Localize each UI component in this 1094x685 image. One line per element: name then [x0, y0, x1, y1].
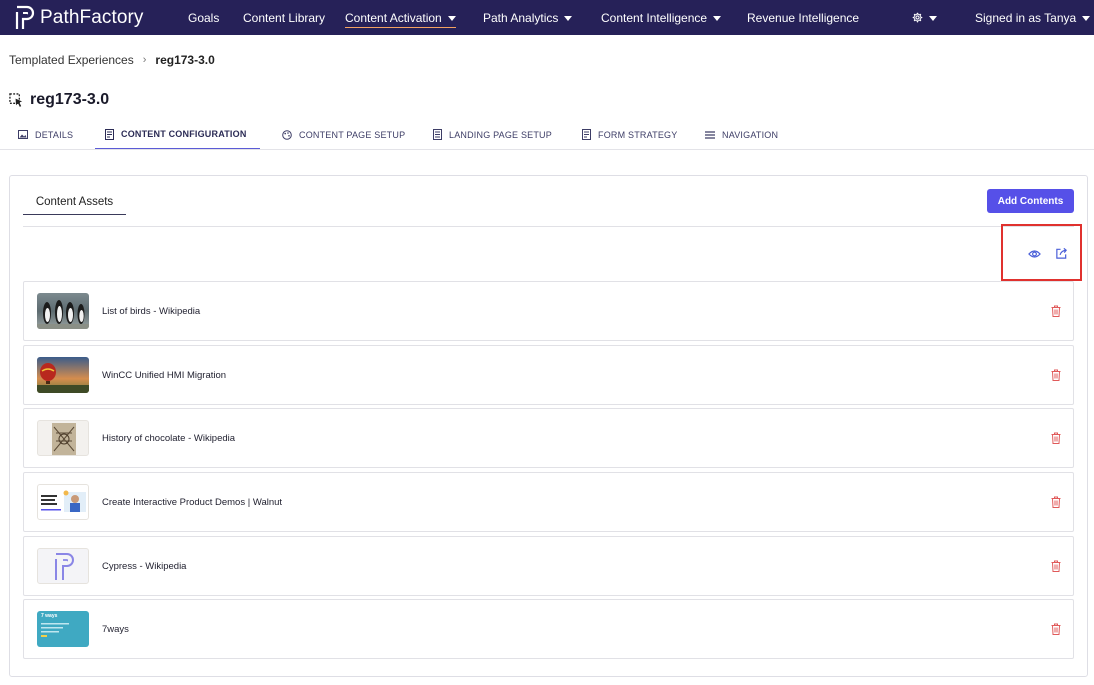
trash-icon	[1051, 560, 1061, 572]
delete-button[interactable]	[1051, 495, 1061, 513]
asset-title[interactable]: 7ways	[102, 624, 129, 635]
list-item[interactable]: 7 ways 7ways	[23, 599, 1074, 659]
breadcrumb-parent-link[interactable]: Templated Experiences	[9, 53, 134, 67]
content-assets-panel: Content Assets Add Contents List of bird…	[9, 175, 1088, 677]
list-item[interactable]: List of birds - Wikipedia	[23, 281, 1074, 341]
chevron-down-icon	[564, 15, 573, 21]
thumbnail-image: 7 ways	[37, 611, 89, 647]
list-item[interactable]: History of chocolate - Wikipedia	[23, 408, 1074, 468]
tab-content-configuration-label: CONTENT CONFIGURATION	[121, 129, 247, 139]
asset-title[interactable]: Create Interactive Product Demos | Walnu…	[102, 497, 282, 508]
tab-details[interactable]: DETAILS	[18, 120, 73, 149]
thumbnail-image	[37, 548, 89, 584]
list-icon	[705, 130, 715, 139]
add-contents-button[interactable]: Add Contents	[987, 189, 1074, 213]
active-nav-underline	[345, 27, 456, 28]
page-title: reg173-3.0	[30, 91, 110, 108]
section-tabs: DETAILS CONTENT CONFIGURATION CONTENT PA…	[0, 120, 1094, 150]
delete-button[interactable]	[1051, 622, 1061, 640]
top-navigation-bar: PathFactory Goals Content Library Conten…	[0, 0, 1094, 35]
thumbnail-image	[37, 484, 89, 520]
breadcrumb-current: reg173-3.0	[155, 53, 215, 67]
thumbnail-image	[37, 293, 89, 329]
thumbnail-image	[37, 420, 89, 456]
nav-path-analytics[interactable]: Path Analytics	[483, 0, 573, 35]
chevron-down-icon	[1082, 15, 1091, 21]
nav-content-intelligence[interactable]: Content Intelligence	[601, 0, 722, 35]
nav-content-intelligence-label: Content Intelligence	[601, 10, 708, 25]
chevron-down-icon	[713, 15, 722, 21]
tab-content-page-setup[interactable]: CONTENT PAGE SETUP	[282, 120, 405, 149]
nav-goals[interactable]: Goals	[188, 0, 219, 35]
delete-button[interactable]	[1051, 304, 1061, 322]
tab-navigation[interactable]: NAVIGATION	[705, 120, 778, 149]
asset-title[interactable]: WinCC Unified HMI Migration	[102, 370, 226, 381]
tab-landing-page-setup-label: LANDING PAGE SETUP	[449, 129, 552, 140]
image-icon	[18, 130, 28, 139]
document-icon	[105, 128, 114, 140]
eye-icon	[1027, 250, 1041, 258]
tab-details-label: DETAILS	[35, 129, 74, 140]
nav-path-analytics-label: Path Analytics	[483, 10, 559, 25]
nav-content-activation-label: Content Activation	[345, 10, 442, 25]
delete-button[interactable]	[1051, 559, 1061, 577]
trash-icon	[1051, 369, 1061, 381]
nav-content-library[interactable]: Content Library	[243, 0, 325, 35]
thumbnail-image	[37, 357, 89, 393]
trash-icon	[1051, 623, 1061, 635]
nav-content-library-label: Content Library	[243, 10, 326, 25]
brand-logo[interactable]: PathFactory	[14, 5, 164, 31]
chevron-right-icon: ›	[142, 54, 147, 66]
delete-button[interactable]	[1051, 431, 1061, 449]
share-button[interactable]	[1052, 244, 1070, 262]
asset-title[interactable]: List of birds - Wikipedia	[102, 306, 200, 317]
chevron-down-icon	[929, 15, 937, 21]
tab-navigation-label: NAVIGATION	[722, 129, 779, 140]
tab-landing-page-setup[interactable]: LANDING PAGE SETUP	[433, 120, 552, 149]
pathfactory-logo-icon	[15, 5, 35, 29]
tab-form-strategy[interactable]: FORM STRATEGY	[582, 120, 677, 149]
user-menu-label: Signed in as Tanya	[975, 10, 1077, 25]
list-item[interactable]: Cypress - Wikipedia	[23, 536, 1074, 596]
nav-revenue-intelligence-label: Revenue Intelligence	[747, 10, 860, 25]
page-icon	[433, 129, 442, 140]
chevron-down-icon	[447, 15, 456, 21]
preview-button[interactable]	[1025, 245, 1043, 263]
external-link-icon	[1055, 247, 1067, 259]
list-item[interactable]: Create Interactive Product Demos | Walnu…	[23, 472, 1074, 532]
user-menu[interactable]: Signed in as Tanya	[975, 0, 1091, 35]
trash-icon	[1051, 432, 1061, 444]
trash-icon	[1051, 305, 1061, 317]
settings-menu[interactable]	[912, 0, 937, 35]
tab-form-strategy-label: FORM STRATEGY	[598, 129, 678, 140]
palette-icon	[282, 129, 292, 140]
brand-name: PathFactory	[40, 6, 144, 28]
nav-content-activation[interactable]: Content Activation	[345, 0, 456, 35]
breadcrumb: Templated Experiences › reg173-3.0	[9, 53, 215, 67]
nav-goals-label: Goals	[188, 10, 220, 25]
list-item[interactable]: WinCC Unified HMI Migration	[23, 345, 1074, 405]
tab-content-configuration[interactable]: CONTENT CONFIGURATION	[95, 120, 260, 149]
nav-revenue-intelligence[interactable]: Revenue Intelligence	[747, 0, 859, 35]
trash-icon	[1051, 496, 1061, 508]
asset-title[interactable]: Cypress - Wikipedia	[102, 561, 186, 572]
tab-content-page-setup-label: CONTENT PAGE SETUP	[299, 129, 406, 140]
form-icon	[582, 129, 591, 140]
divider	[23, 226, 1074, 227]
asset-title[interactable]: History of chocolate - Wikipedia	[102, 433, 235, 444]
experience-icon	[9, 92, 23, 107]
tab-content-assets[interactable]: Content Assets	[23, 193, 126, 215]
delete-button[interactable]	[1051, 368, 1061, 386]
page-title-row: reg173-3.0	[9, 91, 109, 109]
gear-icon	[912, 12, 923, 23]
